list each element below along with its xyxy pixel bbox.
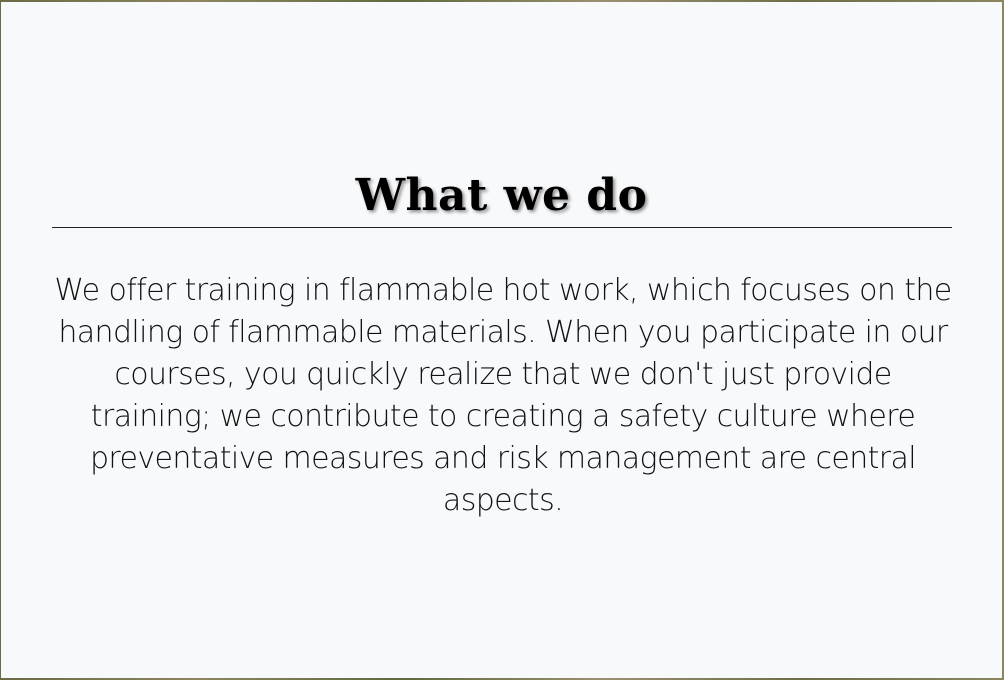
title-divider — [52, 227, 952, 228]
section-description: We offer training in flammable hot work,… — [54, 273, 952, 518]
section-title: What we do — [355, 170, 648, 221]
content-card: What we do We offer training in flammabl… — [1, 2, 1002, 678]
